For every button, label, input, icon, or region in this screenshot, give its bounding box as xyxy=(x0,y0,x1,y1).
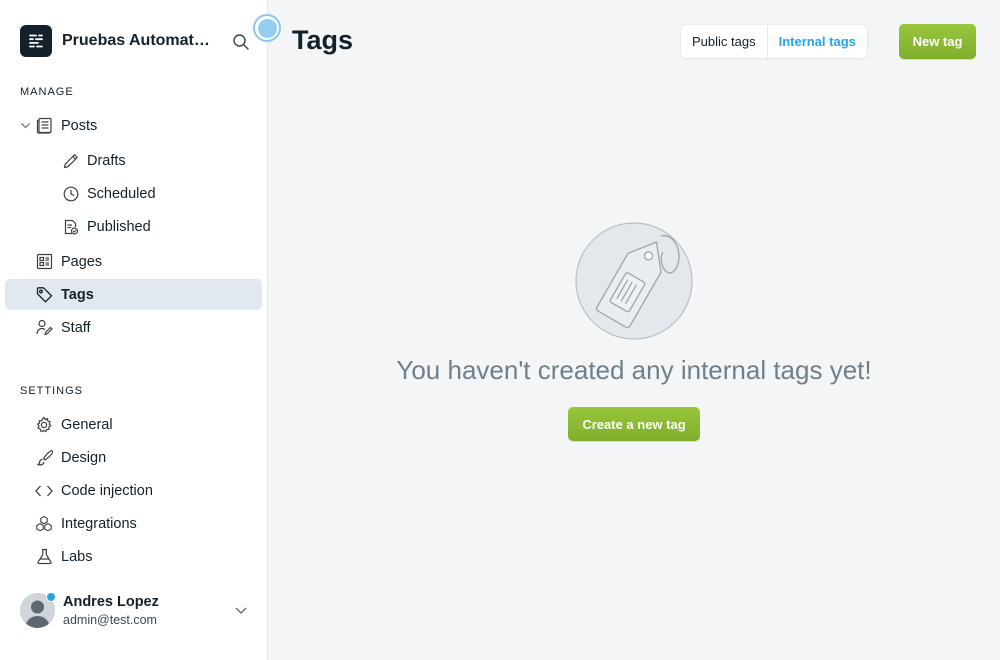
sidebar-item-staff[interactable]: Staff xyxy=(5,312,262,343)
sidebar-item-labs[interactable]: Labs xyxy=(5,541,262,572)
settings-section-label: SETTINGS xyxy=(20,385,84,397)
sidebar-item-label: Labs xyxy=(61,548,93,565)
sidebar-item-label: Integrations xyxy=(61,515,137,532)
create-new-tag-button[interactable]: Create a new tag xyxy=(568,407,700,441)
user-name: Andres Lopez xyxy=(63,594,159,610)
published-icon xyxy=(61,217,81,237)
tag-icon xyxy=(34,285,54,305)
sidebar-item-label: Scheduled xyxy=(87,185,156,202)
integrations-icon xyxy=(34,514,54,534)
sidebar-item-label: Tags xyxy=(61,286,94,303)
sidebar: Pruebas Automatización MANAGE Posts Draf… xyxy=(0,0,268,660)
sidebar-item-drafts[interactable]: Drafts xyxy=(5,145,262,176)
tab-public-tags[interactable]: Public tags xyxy=(681,25,767,58)
main-content: Tags Public tags Internal tags New tag Y… xyxy=(253,0,1000,660)
pencil-icon xyxy=(61,151,81,171)
site-logo-icon[interactable] xyxy=(20,25,52,57)
sidebar-item-design[interactable]: Design xyxy=(5,442,262,473)
tab-internal-tags[interactable]: Internal tags xyxy=(766,25,867,58)
status-badge xyxy=(46,592,56,602)
sidebar-item-label: Drafts xyxy=(87,152,126,169)
sidebar-item-tags[interactable]: Tags xyxy=(5,279,262,310)
sidebar-item-label: Posts xyxy=(61,117,98,134)
site-title[interactable]: Pruebas Automatización xyxy=(62,32,214,50)
sidebar-item-label: Pages xyxy=(61,253,103,270)
chevron-down-icon[interactable] xyxy=(234,603,248,622)
search-icon[interactable] xyxy=(230,31,252,53)
empty-state-message: You haven't created any internal tags ye… xyxy=(396,355,872,385)
clock-icon xyxy=(61,184,81,204)
flask-icon xyxy=(34,547,54,567)
manage-section-label: MANAGE xyxy=(20,86,74,98)
empty-tags-illustration-icon xyxy=(575,222,693,340)
sidebar-item-posts[interactable]: Posts xyxy=(5,110,262,141)
new-tag-button[interactable]: New tag xyxy=(899,24,976,59)
staff-icon xyxy=(34,318,54,338)
pages-icon xyxy=(34,252,54,272)
sidebar-item-published[interactable]: Published xyxy=(5,211,262,242)
sidebar-item-label: Published xyxy=(87,218,151,235)
cursor-indicator-icon xyxy=(253,14,281,42)
sidebar-item-label: Code injection xyxy=(61,482,153,499)
chevron-down-icon[interactable] xyxy=(15,116,35,136)
user-email: admin@test.com xyxy=(63,613,157,627)
code-icon xyxy=(34,481,54,501)
sidebar-item-general[interactable]: General xyxy=(5,409,262,440)
sidebar-item-integrations[interactable]: Integrations xyxy=(5,508,262,539)
gear-icon xyxy=(34,415,54,435)
sidebar-item-label: Design xyxy=(61,449,107,466)
page-title: Tags xyxy=(292,25,354,55)
brush-icon xyxy=(34,448,54,468)
site-header: Pruebas Automatización xyxy=(20,25,252,57)
sidebar-item-pages[interactable]: Pages xyxy=(5,246,262,277)
tag-type-tabs: Public tags Internal tags xyxy=(681,25,867,58)
sidebar-item-scheduled[interactable]: Scheduled xyxy=(5,178,262,209)
user-menu[interactable]: Andres Lopez admin@test.com xyxy=(20,591,252,631)
sidebar-item-label: Staff xyxy=(61,319,91,336)
posts-icon xyxy=(34,116,54,136)
sidebar-item-code-injection[interactable]: Code injection xyxy=(5,475,262,506)
sidebar-item-label: General xyxy=(61,416,113,433)
